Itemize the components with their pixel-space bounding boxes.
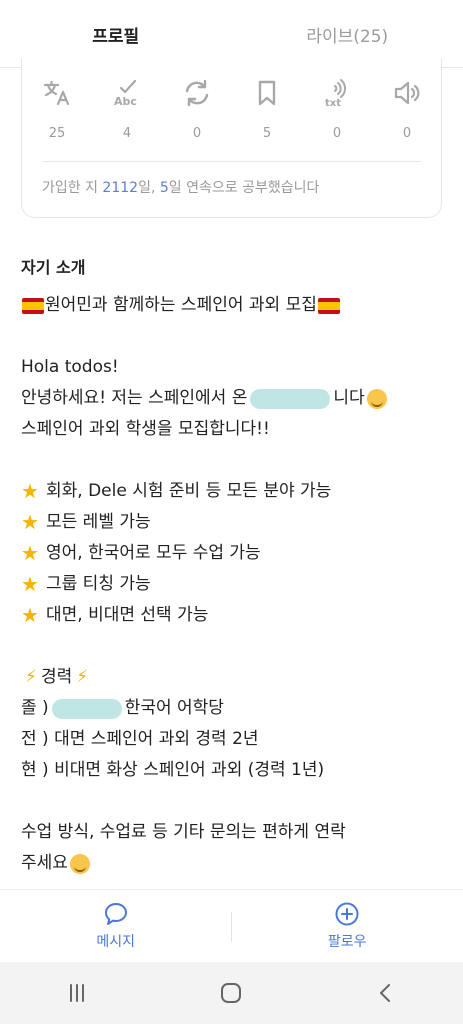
stat-translate[interactable]: 25: [22, 78, 92, 141]
stat-bookmark[interactable]: 5: [232, 78, 302, 141]
contact-line-2-text: 주세요: [21, 853, 68, 873]
streak-count: 5: [159, 180, 169, 196]
refresh-icon: [185, 79, 209, 107]
system-nav-bar: [0, 962, 463, 1024]
stat-spellcheck[interactable]: Abc 4: [92, 78, 162, 141]
contact-line-1: 수업 방식, 수업료 등 기타 문의는 편하게 연락: [21, 822, 346, 842]
intro-title: 자기 소개: [21, 258, 86, 277]
tab-profile-label: 프로필: [92, 26, 140, 47]
star-icon: ★: [21, 541, 39, 565]
smile-emoji-icon: [366, 388, 387, 409]
career-item: 현 ) 비대면 화상 스페인어 과외 (경력 1년): [21, 760, 325, 780]
back-icon[interactable]: [374, 981, 398, 1005]
feature-text: 회화, Dele 시험 준비 등 모든 분야 가능: [46, 481, 332, 501]
feature-item: ★ 대면, 비대면 선택 가능: [21, 600, 441, 631]
feature-item: ★ 영어, 한국어로 모두 수업 가능: [21, 538, 441, 569]
text-to-speech-icon: txt: [325, 79, 347, 108]
card-divider: [42, 161, 421, 162]
feature-item: ★ 그룹 티칭 가능: [21, 569, 441, 600]
stat-count: 25: [48, 126, 66, 141]
feature-text: 그룹 티칭 가능: [46, 574, 151, 594]
smile-emoji-icon: [69, 853, 90, 874]
feature-text: 영어, 한국어로 모두 수업 가능: [46, 543, 261, 563]
feature-item: ★ 회화, Dele 시험 준비 등 모든 분야 가능: [21, 476, 441, 507]
action-divider: [231, 912, 232, 942]
days-count: 2112: [102, 180, 139, 196]
career-1-pre: 졸 ): [21, 698, 49, 718]
chat-bubble-icon: [104, 903, 127, 925]
spain-flag-icon: [317, 297, 340, 314]
intro-body: 원어민과 함께하는 스페인어 과외 모집 Hola todos! 안녕하세요! …: [21, 290, 441, 879]
stats-row: 25 Abc 4 0 5 txt 0 0: [22, 78, 443, 141]
speaker-icon: [394, 81, 420, 105]
home-icon[interactable]: [219, 981, 243, 1005]
star-icon: ★: [21, 479, 39, 503]
feature-item: ★ 모든 레벨 가능: [21, 507, 441, 538]
career-item: 졸 ) 한국어 어학당: [21, 693, 441, 724]
translate-icon: [43, 80, 70, 106]
plus-circle-icon: [335, 902, 359, 926]
intro-recruit: 스페인어 과외 학생을 모집합니다!!: [21, 419, 270, 439]
star-icon: ★: [21, 510, 39, 534]
stats-card: 25 Abc 4 0 5 txt 0 0 가입한 지 2112일, 5일 연속으…: [21, 58, 442, 218]
intro-hello-line: 안녕하세요! 저는 스페인에서 온 니다: [21, 383, 441, 414]
stat-tts[interactable]: txt 0: [302, 78, 372, 141]
intro-hello-post: 니다: [333, 388, 365, 408]
bookmark-icon: [258, 80, 276, 106]
intro-hello-pre: 안녕하세요! 저는 스페인에서 온: [21, 388, 248, 408]
summary-prefix: 가입한 지: [42, 180, 103, 196]
stat-repeat[interactable]: 0: [162, 78, 232, 141]
redacted-name: [250, 388, 331, 409]
study-summary: 가입한 지 2112일, 5일 연속으로 공부했습니다: [42, 177, 319, 197]
summary-suffix: 일 연속으로 공부했습니다: [168, 180, 320, 196]
lightning-icon: ⚡: [76, 667, 89, 687]
contact-line-2: 주세요: [21, 848, 441, 879]
intro-headline-line: 원어민과 함께하는 스페인어 과외 모집: [21, 290, 441, 321]
career-title: 경력: [40, 667, 73, 687]
summary-mid: 일,: [138, 180, 160, 196]
lightning-icon: ⚡: [25, 667, 37, 687]
intro-greeting: Hola todos!: [21, 357, 119, 377]
profile-action-bar: 메시지 팔로우: [0, 889, 463, 962]
stat-count: 4: [122, 126, 132, 141]
stat-listen[interactable]: 0: [372, 78, 442, 141]
stat-count: 5: [262, 126, 272, 141]
stat-count: 0: [402, 126, 412, 141]
stat-count: 0: [332, 126, 342, 141]
intro-headline: 원어민과 함께하는 스페인어 과외 모집: [45, 295, 317, 315]
career-1-post: 한국어 어학당: [124, 698, 224, 718]
redacted-school: [51, 698, 122, 719]
follow-button[interactable]: 팔로우: [232, 890, 463, 962]
feature-text: 대면, 비대면 선택 가능: [46, 605, 209, 625]
spain-flag-icon: [22, 297, 44, 314]
spellcheck-icon: Abc: [114, 79, 137, 108]
career-title-line: ⚡ 경력 ⚡: [21, 662, 441, 693]
message-button[interactable]: 메시지: [0, 890, 232, 962]
follow-button-label: 팔로우: [327, 934, 367, 950]
career-item: 전 ) 대면 스페인어 과외 경력 2년: [21, 729, 259, 749]
stat-count: 0: [192, 126, 202, 141]
tab-live-label: 라이브(25): [306, 26, 389, 47]
svg-text:Abc: Abc: [114, 95, 137, 108]
feature-text: 모든 레벨 가능: [46, 512, 151, 532]
message-button-label: 메시지: [96, 934, 136, 950]
star-icon: ★: [21, 603, 39, 627]
svg-text:txt: txt: [325, 98, 341, 108]
star-icon: ★: [21, 572, 39, 596]
recent-apps-icon[interactable]: [65, 981, 89, 1005]
